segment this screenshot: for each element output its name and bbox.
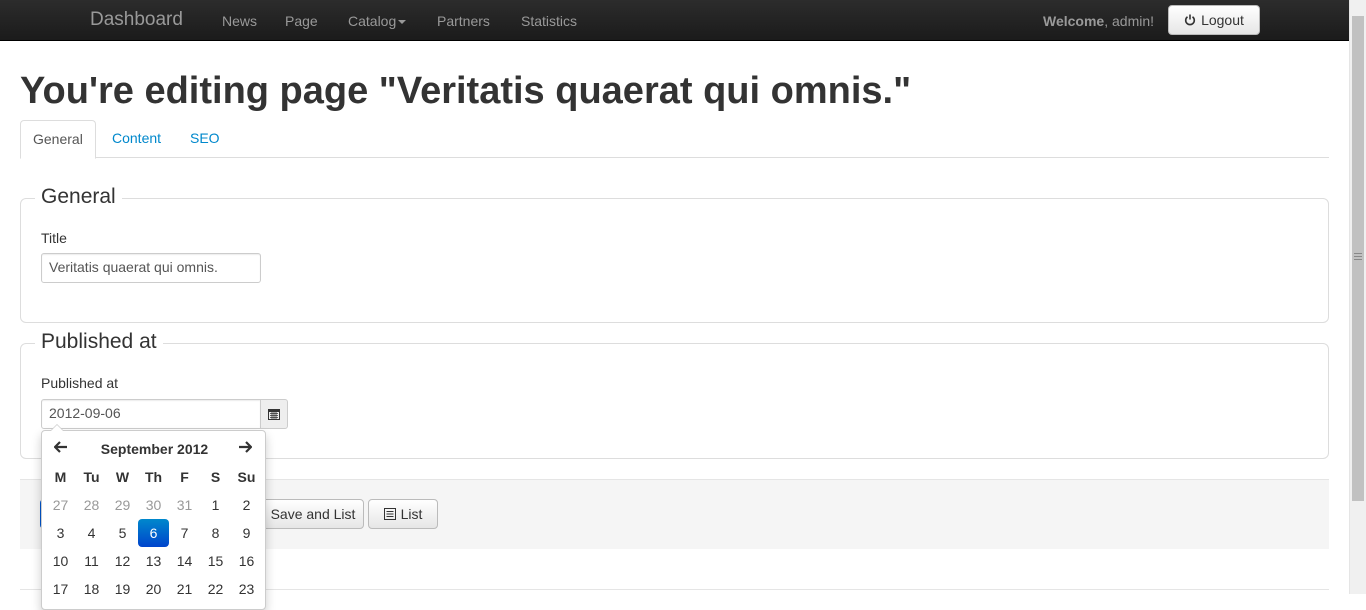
selected-day[interactable]: 6 [138, 519, 169, 547]
nav-item-page[interactable]: Page [285, 13, 318, 29]
datepicker-grid: M Tu W Th F S Su 27 28 29 30 31 1 2 3 4 5 6 7 8 9 10 11 12 13 14 1… [45, 463, 262, 603]
published-at-label: Published at [41, 375, 119, 391]
day-cell[interactable]: 2 [231, 491, 262, 519]
day-cell[interactable]: 19 [107, 575, 138, 603]
weekday-header: M [54, 469, 67, 485]
power-icon [1185, 14, 1196, 26]
day-cell[interactable]: 20 [138, 575, 169, 603]
day-cell[interactable]: 10 [45, 547, 76, 575]
day-cell[interactable]: 15 [200, 547, 231, 575]
title-input[interactable]: Veritatis quaerat qui omnis. [41, 253, 261, 283]
scrollbar-grip-icon [1354, 253, 1362, 254]
weekday-header: F [180, 469, 189, 485]
day-cell[interactable]: 29 [107, 491, 138, 519]
next-month-arrow-icon[interactable] [238, 440, 253, 456]
day-cell[interactable]: 13 [138, 547, 169, 575]
day-cell[interactable]: 23 [231, 575, 262, 603]
day-cell[interactable]: 3 [45, 519, 76, 547]
week-row: 17 18 19 20 21 22 23 [45, 575, 262, 603]
day-cell[interactable]: 8 [200, 519, 231, 547]
week-row: 3456789 [45, 519, 262, 547]
weekday-header-row: M Tu W Th F S Su [45, 463, 262, 491]
tab-content[interactable]: Content [100, 120, 173, 158]
tab-general[interactable]: General [20, 120, 96, 159]
list-label: List [400, 506, 423, 522]
published-legend: Published at [35, 330, 163, 354]
caret-down-icon [398, 20, 407, 25]
day-cell[interactable]: 9 [231, 519, 262, 547]
weekday-header: W [115, 469, 130, 485]
weekday-header: Tu [83, 469, 100, 485]
datepicker-arrow-inner [51, 425, 63, 431]
page-scrollbar[interactable] [1349, 0, 1366, 594]
week-row: 10 11 12 13 14 15 16 [45, 547, 262, 575]
prev-month-arrow-icon[interactable] [53, 440, 68, 456]
day-cell[interactable]: 1 [200, 491, 231, 519]
day-cell[interactable]: 16 [231, 547, 262, 575]
list-icon [383, 508, 396, 520]
general-fieldset: General Title Veritatis quaerat qui omni… [20, 185, 1329, 323]
logout-label: Logout [1201, 12, 1244, 28]
day-cell[interactable]: 30 [138, 491, 169, 519]
nav-item-catalog-label: Catalog [348, 13, 397, 29]
day-cell[interactable]: 14 [169, 547, 200, 575]
day-cell[interactable]: 17 [45, 575, 76, 603]
page-title: You're editing page "Veritatis quaerat q… [20, 70, 912, 112]
scrollbar-thumb[interactable] [1352, 16, 1364, 501]
tab-seo[interactable]: SEO [178, 120, 232, 158]
day-cell[interactable]: 7 [169, 519, 200, 547]
weekday-header: S [210, 469, 221, 485]
welcome-user: , admin! [1104, 13, 1155, 29]
day-cell[interactable]: 27 [45, 491, 76, 519]
nav-item-catalog[interactable]: Catalog [348, 13, 407, 29]
nav-item-partners[interactable]: Partners [437, 13, 490, 29]
top-navbar: Dashboard News Page Catalog Partners Sta… [0, 0, 1349, 41]
nav-item-statistics[interactable]: Statistics [521, 13, 577, 29]
calendar-button[interactable] [260, 399, 288, 429]
welcome-bold: Welcome [1043, 13, 1105, 29]
tab-bar: General Content SEO [20, 120, 1329, 159]
brand-link[interactable]: Dashboard [90, 9, 183, 31]
week-row: 27 28 29 30 31 1 2 [45, 491, 262, 519]
day-cell[interactable]: 11 [76, 547, 107, 575]
save-and-list-button[interactable]: Save and List [250, 499, 364, 529]
day-cell[interactable]: 18 [76, 575, 107, 603]
datepicker-popup: September 2012 M Tu W Th F S Su 27 28 29 30 31 1 2 3 4 5… [41, 424, 267, 610]
nav-item-news[interactable]: News [222, 13, 257, 29]
save-and-list-label: Save and List [270, 506, 356, 522]
title-label: Title [41, 230, 67, 246]
list-button[interactable]: List [368, 499, 438, 529]
day-cell[interactable]: 12 [107, 547, 138, 575]
general-legend: General [35, 185, 122, 209]
published-at-input[interactable]: 2012-09-06 [41, 399, 261, 429]
day-cell[interactable]: 28 [76, 491, 107, 519]
logout-button[interactable]: Logout [1168, 5, 1260, 35]
calendar-icon [268, 409, 280, 420]
day-cell[interactable]: 22 [200, 575, 231, 603]
day-cell[interactable]: 4 [76, 519, 107, 547]
welcome-text: Welcome, admin! [1043, 13, 1154, 29]
weekday-header: Su [237, 469, 256, 485]
day-cell[interactable]: 5 [107, 519, 138, 547]
day-cell[interactable]: 31 [169, 491, 200, 519]
datepicker-month-title[interactable]: September 2012 [42, 441, 267, 457]
day-cell[interactable]: 21 [169, 575, 200, 603]
weekday-header: Th [144, 469, 163, 485]
